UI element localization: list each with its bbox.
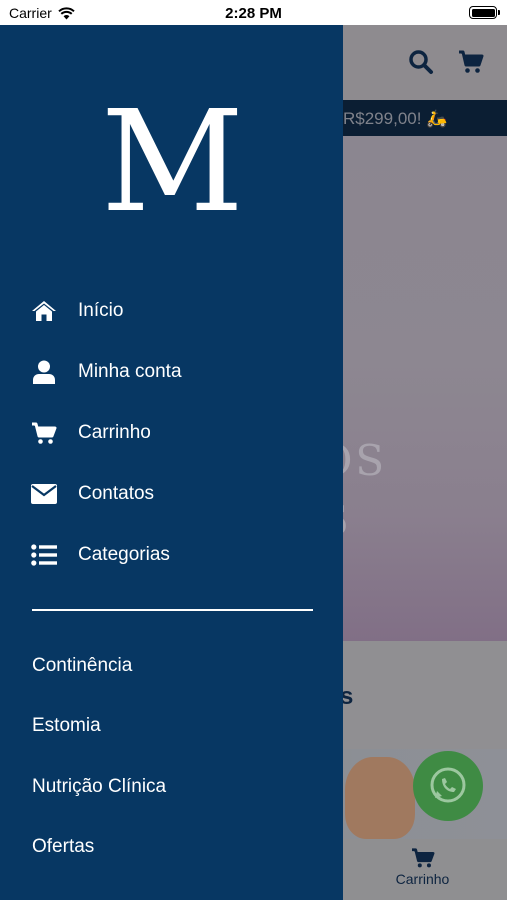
- clock: 2:28 PM: [225, 5, 282, 22]
- category-item-estomia[interactable]: Estomia: [32, 715, 101, 737]
- tab-cart-label: Carrinho: [395, 871, 450, 887]
- cart-icon: [411, 848, 434, 868]
- tab-cart[interactable]: Carrinho: [380, 847, 465, 887]
- drawer-divider: [32, 609, 313, 611]
- menu-item-contatos[interactable]: Contatos: [0, 469, 343, 519]
- status-bar: Carrier 2:28 PM: [0, 0, 507, 25]
- envelope-icon: [30, 480, 58, 508]
- whatsapp-icon: [430, 767, 466, 803]
- user-icon: [30, 358, 58, 386]
- menu-item-carrinho[interactable]: Carrinho: [0, 408, 343, 458]
- category-item-ofertas[interactable]: Ofertas: [32, 836, 94, 858]
- navigation-drawer: M Início Minha conta Carrinho Contatos C…: [0, 25, 343, 900]
- menu-item-label: Categorias: [78, 544, 170, 565]
- category-item-continencia[interactable]: Continência: [32, 655, 132, 677]
- cart-icon[interactable]: [458, 49, 484, 75]
- menu-item-minha-conta[interactable]: Minha conta: [0, 347, 343, 397]
- brand-logo: M: [100, 81, 245, 244]
- menu-item-inicio[interactable]: Início: [0, 286, 343, 336]
- whatsapp-button[interactable]: [413, 751, 483, 821]
- model-photo: [345, 757, 415, 839]
- menu-item-label: Carrinho: [78, 422, 151, 443]
- menu-item-label: Minha conta: [78, 361, 182, 382]
- menu-item-label: Início: [78, 300, 124, 321]
- category-item-nutricao-clinica[interactable]: Nutrição Clínica: [32, 776, 166, 798]
- home-icon: [30, 297, 58, 325]
- list-icon: [30, 541, 58, 569]
- search-icon[interactable]: [408, 49, 434, 75]
- cart-icon: [30, 419, 58, 447]
- battery-icon: [469, 6, 500, 19]
- menu-item-label: Contatos: [78, 483, 155, 504]
- menu-item-categorias[interactable]: Categorias: [0, 530, 343, 580]
